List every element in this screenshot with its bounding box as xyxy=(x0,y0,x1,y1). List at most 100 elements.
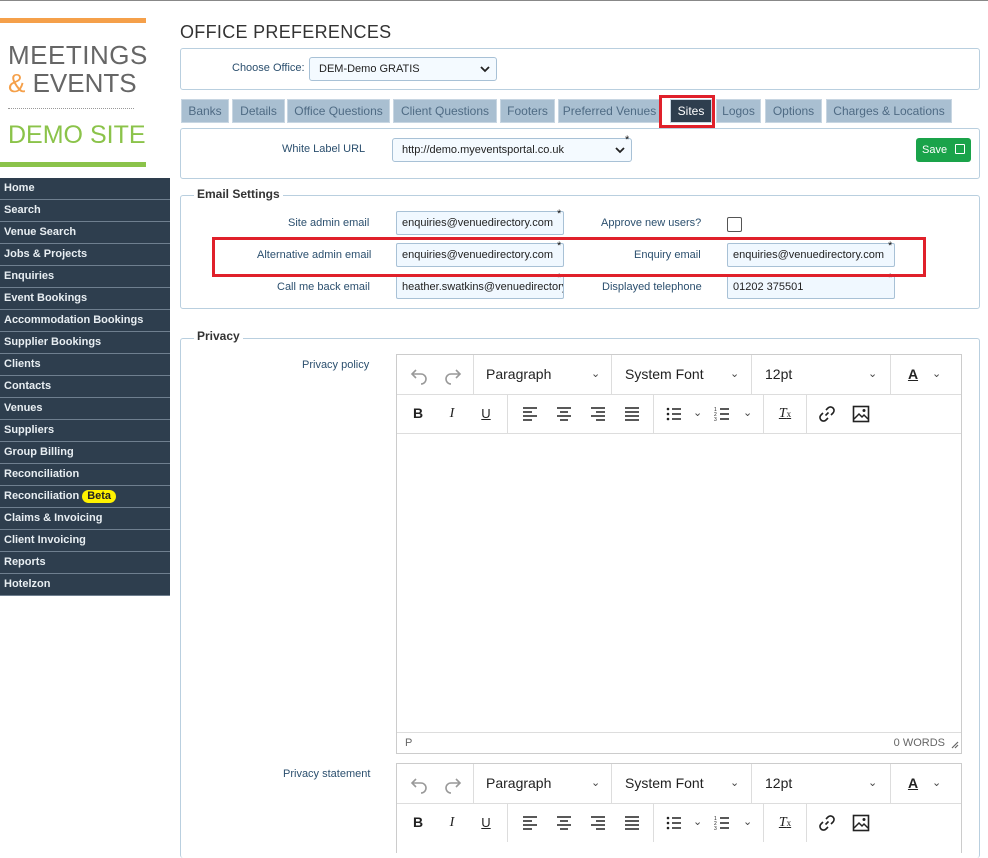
toolbar-divider xyxy=(611,355,612,394)
toolbar-divider xyxy=(473,764,474,803)
choose-office-label: Choose Office: xyxy=(232,62,305,74)
sidebar-nav: Home Search Venue Search Jobs & Projects… xyxy=(0,178,170,596)
sidebar-item-home[interactable]: Home xyxy=(0,178,170,200)
italic-icon[interactable]: I xyxy=(439,394,465,433)
tab-charges-locations[interactable]: Charges & Locations xyxy=(826,99,952,123)
bold-icon[interactable]: B xyxy=(405,803,431,842)
clear-formatting-icon[interactable]: Tx xyxy=(772,803,798,842)
displayed-telephone-input[interactable]: 01202 375501 xyxy=(727,275,895,299)
chevron-down-icon[interactable]: ⌄ xyxy=(743,803,752,842)
privacy-statement-editor: Paragraph ⌄ System Font ⌄ 12pt ⌄ A ⌄ B I… xyxy=(396,763,962,853)
image-icon[interactable] xyxy=(848,394,874,433)
sidebar-item-enquiries[interactable]: Enquiries xyxy=(0,266,170,288)
sidebar-item-hotelzon[interactable]: Hotelzon xyxy=(0,574,170,596)
align-justify-icon[interactable] xyxy=(619,394,645,433)
chevron-down-icon[interactable]: ⌄ xyxy=(693,803,702,842)
tab-footers[interactable]: Footers xyxy=(500,99,555,123)
element-path[interactable]: P xyxy=(405,737,412,749)
logo-line-3: DEMO SITE xyxy=(8,121,146,149)
redo-icon[interactable] xyxy=(439,355,467,394)
approve-new-users-checkbox[interactable] xyxy=(727,217,742,232)
sidebar-item-clients[interactable]: Clients xyxy=(0,354,170,376)
link-icon[interactable] xyxy=(814,803,840,842)
redo-icon[interactable] xyxy=(439,764,467,803)
tab-office-questions[interactable]: Office Questions xyxy=(287,99,390,123)
underline-icon[interactable]: U xyxy=(473,394,499,433)
sidebar-item-client-invoicing[interactable]: Client Invoicing xyxy=(0,530,170,552)
italic-icon[interactable]: I xyxy=(439,803,465,842)
bold-icon[interactable]: B xyxy=(405,394,431,433)
tab-details[interactable]: Details xyxy=(232,99,285,123)
sidebar-item-reconciliation[interactable]: Reconciliation xyxy=(0,464,170,486)
sidebar-item-claims-invoicing[interactable]: Claims & Invoicing xyxy=(0,508,170,530)
align-right-icon[interactable] xyxy=(585,394,611,433)
svg-text:3: 3 xyxy=(714,826,717,831)
align-left-icon[interactable] xyxy=(517,394,543,433)
align-justify-icon[interactable] xyxy=(619,803,645,842)
white-label-url-select[interactable]: http://demo.myeventsportal.co.uk xyxy=(392,138,632,162)
tab-client-questions[interactable]: Client Questions xyxy=(393,99,497,123)
tab-preferred-venues[interactable]: Preferred Venues xyxy=(558,99,661,123)
sidebar-item-contacts[interactable]: Contacts xyxy=(0,376,170,398)
privacy-policy-content-area[interactable] xyxy=(397,434,961,734)
tab-options[interactable]: Options xyxy=(765,99,822,123)
text-color-icon[interactable]: A xyxy=(900,764,926,803)
brand-logo[interactable]: MEETINGS & EVENTS DEMO SITE xyxy=(0,18,148,168)
sidebar-item-venue-search[interactable]: Venue Search xyxy=(0,222,170,244)
logo-line-1: MEETINGS xyxy=(8,40,148,70)
privacy-legend: Privacy xyxy=(194,329,243,343)
undo-icon[interactable] xyxy=(405,355,433,394)
call-me-back-email-input[interactable]: heather.swatkins@venuedirectory xyxy=(396,275,564,299)
editor-statusbar: P 0 WORDS xyxy=(397,732,961,753)
beta-badge: Beta xyxy=(82,490,117,503)
link-icon[interactable] xyxy=(814,394,840,433)
undo-icon[interactable] xyxy=(405,764,433,803)
page-title: OFFICE PREFERENCES xyxy=(180,22,392,42)
sidebar-item-reconciliation-beta[interactable]: Reconciliation Beta xyxy=(0,486,170,508)
align-center-icon[interactable] xyxy=(551,394,577,433)
sidebar-item-search[interactable]: Search xyxy=(0,200,170,222)
logo-divider xyxy=(8,108,134,109)
chevron-down-icon[interactable]: ⌄ xyxy=(743,394,752,433)
sidebar-item-suppliers[interactable]: Suppliers xyxy=(0,420,170,442)
tab-banks[interactable]: Banks xyxy=(181,99,229,123)
chevron-down-icon[interactable]: ⌄ xyxy=(932,355,941,394)
call-me-back-email-label: Call me back email xyxy=(277,281,370,293)
sidebar-item-reports[interactable]: Reports xyxy=(0,552,170,574)
sidebar-item-group-billing[interactable]: Group Billing xyxy=(0,442,170,464)
office-select[interactable]: DEM-Demo GRATIS xyxy=(309,57,497,81)
tab-highlight-box xyxy=(659,95,715,128)
chevron-down-icon[interactable]: ⌄ xyxy=(693,394,702,433)
font-family-value: System Font xyxy=(625,775,704,791)
approve-new-users-label: Approve new users? xyxy=(601,217,702,229)
tab-logos[interactable]: Logos xyxy=(716,99,761,123)
word-count[interactable]: 0 WORDS xyxy=(894,737,945,749)
email-settings-legend: Email Settings xyxy=(194,187,283,201)
sidebar-item-jobs-projects[interactable]: Jobs & Projects xyxy=(0,244,170,266)
save-button[interactable]: Save xyxy=(916,138,971,162)
image-icon[interactable] xyxy=(848,803,874,842)
bullet-list-icon[interactable] xyxy=(663,394,685,433)
resize-handle-icon[interactable] xyxy=(949,739,959,752)
privacy-policy-label: Privacy policy xyxy=(302,359,370,371)
numbered-list-icon[interactable]: 123 xyxy=(711,803,733,842)
numbered-list-icon[interactable]: 123 xyxy=(711,394,733,433)
toolbar-divider xyxy=(473,355,474,394)
sidebar-item-accommodation-bookings[interactable]: Accommodation Bookings xyxy=(0,310,170,332)
align-right-icon[interactable] xyxy=(585,803,611,842)
bullet-list-icon[interactable] xyxy=(663,803,685,842)
align-center-icon[interactable] xyxy=(551,803,577,842)
privacy-policy-editor: Paragraph ⌄ System Font ⌄ 12pt ⌄ A ⌄ B I… xyxy=(396,354,962,754)
site-admin-email-input[interactable]: enquiries@venuedirectory.com xyxy=(396,211,564,235)
clear-formatting-icon[interactable]: Tx xyxy=(772,394,798,433)
sidebar-item-supplier-bookings[interactable]: Supplier Bookings xyxy=(0,332,170,354)
top-border xyxy=(0,0,988,1)
underline-icon[interactable]: U xyxy=(473,803,499,842)
chevron-down-icon[interactable]: ⌄ xyxy=(932,764,941,803)
save-button-label: Save xyxy=(922,144,948,156)
toolbar-divider xyxy=(653,394,654,433)
align-left-icon[interactable] xyxy=(517,803,543,842)
sidebar-item-venues[interactable]: Venues xyxy=(0,398,170,420)
sidebar-item-event-bookings[interactable]: Event Bookings xyxy=(0,288,170,310)
text-color-icon[interactable]: A xyxy=(900,355,926,394)
